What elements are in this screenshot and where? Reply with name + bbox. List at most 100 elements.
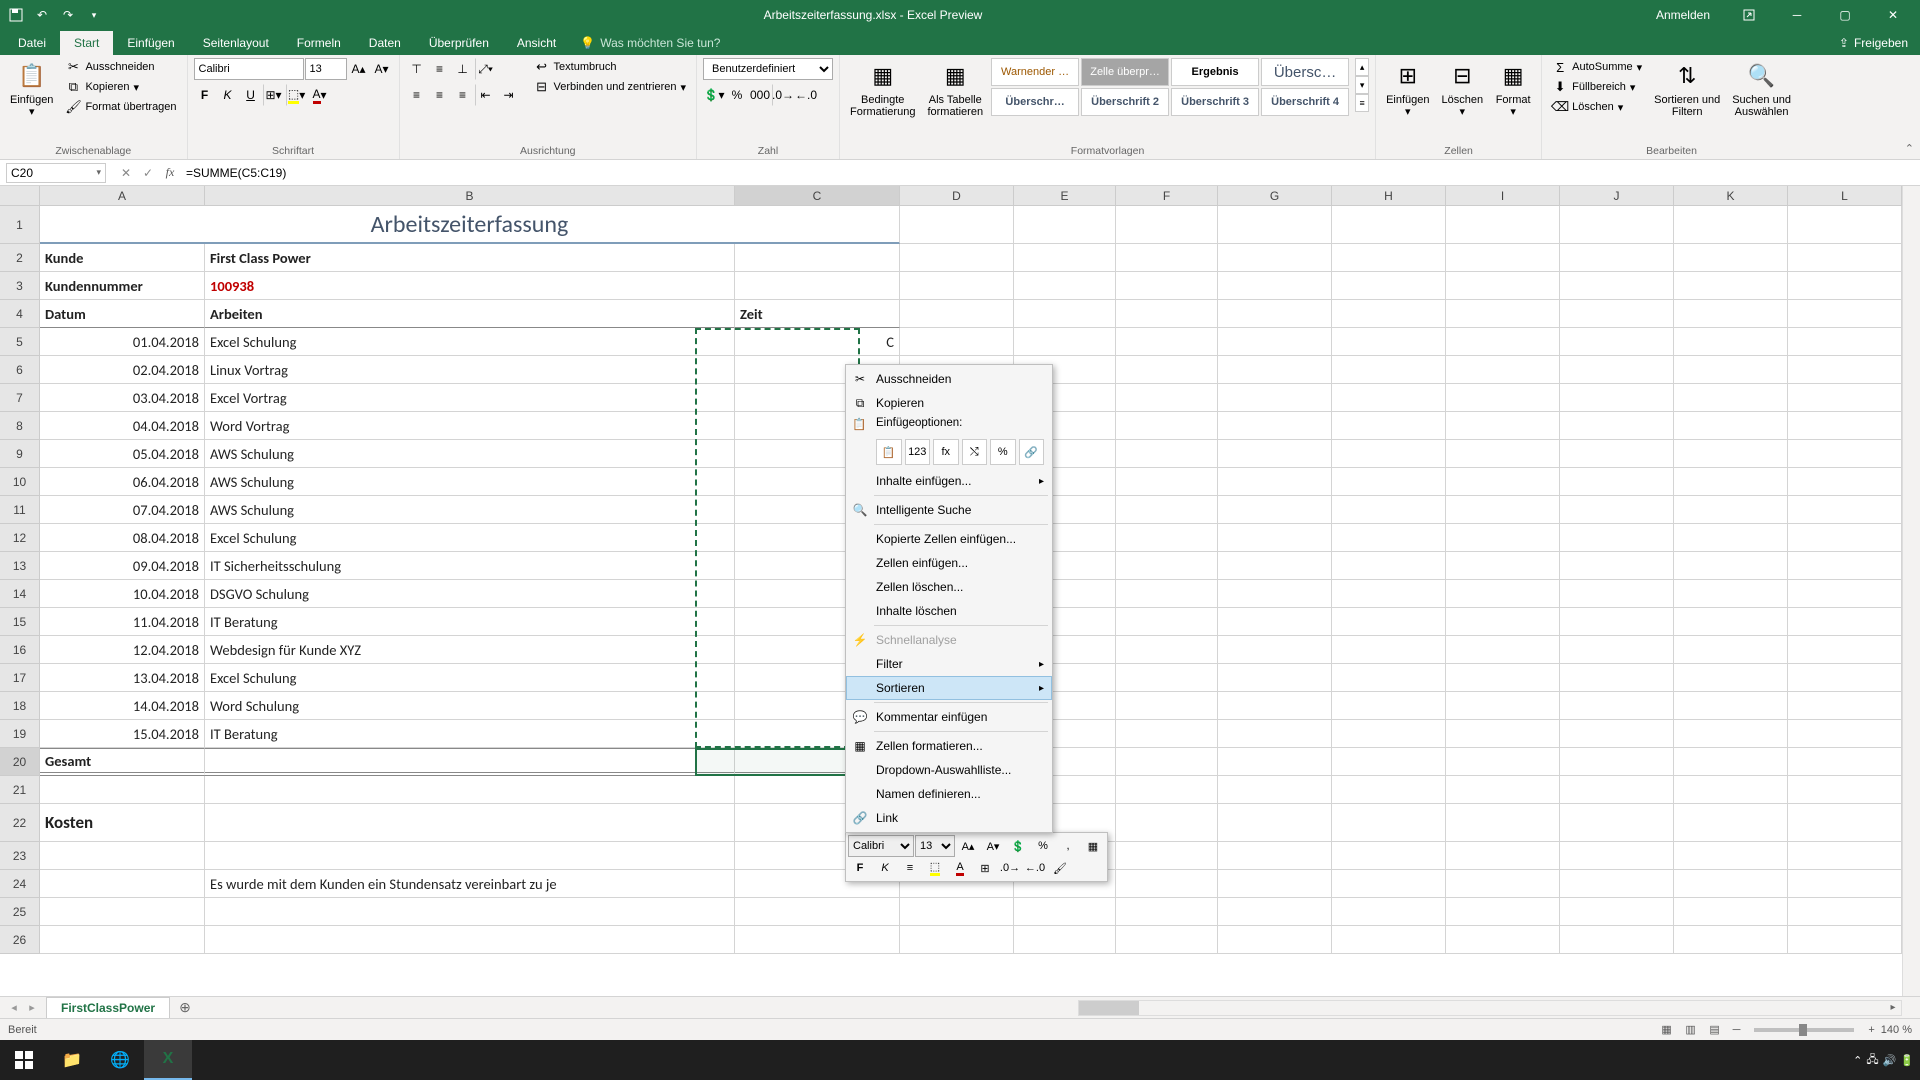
fill-button[interactable]: ⬇Füllbereich ▾ — [1548, 78, 1646, 96]
tab-start[interactable]: Start — [60, 31, 113, 55]
save-icon[interactable] — [6, 5, 26, 25]
ctx-copy[interactable]: ⧉Kopieren — [846, 391, 1052, 415]
cell-arbeiten[interactable]: Webdesign für Kunde XYZ — [205, 636, 735, 664]
row-header[interactable]: 24 — [0, 870, 40, 898]
ctx-delete-cells[interactable]: Zellen löschen... — [846, 575, 1052, 599]
row-header[interactable]: 7 — [0, 384, 40, 412]
tab-ueberpruefen[interactable]: Überprüfen — [415, 31, 503, 55]
row-header[interactable]: 10 — [0, 468, 40, 496]
insert-cells-button[interactable]: ⊞Einfügen▾ — [1382, 58, 1433, 120]
cell-datum[interactable]: 05.04.2018 — [40, 440, 205, 468]
cell-arbeiten[interactable]: Excel Schulung — [205, 664, 735, 692]
tab-formeln[interactable]: Formeln — [283, 31, 355, 55]
cell-datum[interactable]: 15.04.2018 — [40, 720, 205, 748]
row-header[interactable]: 14 — [0, 580, 40, 608]
cell-datum[interactable]: 03.04.2018 — [40, 384, 205, 412]
cancel-formula-icon[interactable]: ✕ — [116, 163, 136, 183]
mini-painter-icon[interactable]: 🖌 — [1048, 857, 1072, 879]
view-page-break-icon[interactable]: ▤ — [1703, 1021, 1727, 1039]
col-header-K[interactable]: K — [1674, 186, 1788, 206]
indent-increase-icon[interactable]: ⇥ — [498, 84, 520, 106]
decrease-decimal-icon[interactable]: ←.0 — [795, 84, 817, 106]
cell-datum[interactable]: 14.04.2018 — [40, 692, 205, 720]
battery-icon[interactable]: 🔋 — [1900, 1054, 1914, 1067]
paste-formulas-icon[interactable]: fx — [933, 439, 959, 465]
ribbon-options-icon[interactable] — [1726, 0, 1772, 30]
cell-note[interactable]: Es wurde mit dem Kunden ein Stundensatz … — [205, 870, 735, 898]
mini-inc-decimal-icon[interactable]: .0→ — [998, 857, 1022, 879]
row-header[interactable]: 22 — [0, 804, 40, 842]
sheet-nav-next-icon[interactable]: ▸ — [24, 1000, 40, 1016]
format-as-table-button[interactable]: ▦Als Tabelle formatieren — [923, 58, 987, 120]
style-h2[interactable]: Überschrift 2 — [1081, 88, 1169, 116]
style-check[interactable]: Zelle überpr… — [1081, 58, 1169, 86]
mini-bold-button[interactable]: F — [848, 857, 872, 879]
close-button[interactable]: ✕ — [1870, 0, 1916, 30]
style-h1[interactable]: Überschr… — [991, 88, 1079, 116]
cell-arbeiten[interactable]: DSGVO Schulung — [205, 580, 735, 608]
scroll-right-icon[interactable]: ▸ — [1885, 1001, 1901, 1015]
ctx-clear[interactable]: Inhalte löschen — [846, 599, 1052, 623]
merge-center-button[interactable]: ⊟Verbinden und zentrieren ▾ — [530, 78, 690, 96]
decrease-font-icon[interactable]: A▾ — [371, 58, 393, 80]
increase-font-icon[interactable]: A▴ — [348, 58, 370, 80]
browser-icon[interactable]: 🌐 — [96, 1040, 144, 1080]
col-header-B[interactable]: B — [205, 186, 735, 206]
cell-arbeiten[interactable]: IT Sicherheitsschulung — [205, 552, 735, 580]
ctx-smart-lookup[interactable]: 🔍Intelligente Suche — [846, 498, 1052, 522]
row-header[interactable]: 20 — [0, 748, 40, 776]
ctx-filter[interactable]: Filter▸ — [846, 652, 1052, 676]
italic-button[interactable]: K — [217, 84, 239, 106]
name-box[interactable]: C20▾ — [6, 163, 106, 183]
mini-font-size[interactable]: 13 — [915, 835, 955, 857]
cell-datum[interactable]: 10.04.2018 — [40, 580, 205, 608]
cell-header-datum[interactable]: Datum — [40, 300, 205, 328]
mini-format-icon[interactable]: ▦ — [1081, 835, 1105, 857]
col-header-G[interactable]: G — [1218, 186, 1332, 206]
percent-icon[interactable]: % — [726, 84, 748, 106]
cell-arbeiten[interactable]: Excel Schulung — [205, 524, 735, 552]
cell-datum[interactable]: 13.04.2018 — [40, 664, 205, 692]
cell-datum[interactable]: 04.04.2018 — [40, 412, 205, 440]
excel-taskbar-icon[interactable]: X — [144, 1040, 192, 1080]
mini-comma-icon[interactable]: , — [1056, 835, 1080, 857]
cell-arbeiten[interactable]: Linux Vortrag — [205, 356, 735, 384]
paste-values-icon[interactable]: 123 — [905, 439, 931, 465]
mini-increase-font-icon[interactable]: A▴ — [956, 835, 980, 857]
cell-kn-label[interactable]: Kundennummer — [40, 272, 205, 300]
tray-up-icon[interactable]: ⌃ — [1853, 1054, 1862, 1067]
horizontal-scrollbar[interactable]: ◂ ▸ — [1078, 1000, 1902, 1016]
clear-button[interactable]: ⌫Löschen ▾ — [1548, 98, 1646, 116]
col-header-I[interactable]: I — [1446, 186, 1560, 206]
signin-link[interactable]: Anmelden — [1642, 8, 1724, 22]
increase-decimal-icon[interactable]: .0→ — [772, 84, 794, 106]
ctx-cut[interactable]: ✂Ausschneiden — [846, 367, 1052, 391]
enter-formula-icon[interactable]: ✓ — [138, 163, 158, 183]
row-header[interactable]: 3 — [0, 272, 40, 300]
start-button[interactable] — [0, 1040, 48, 1080]
row-headers[interactable]: 1 2 3 4 5 6 7 8 9 10 11 12 13 14 15 16 1… — [0, 206, 40, 954]
cell-styles-gallery[interactable]: Warnender … Zelle überpr… Ergebnis Übers… — [991, 58, 1349, 116]
gallery-scroll[interactable]: ▴▾≡ — [1355, 58, 1369, 112]
volume-icon[interactable]: 🔊 — [1883, 1054, 1897, 1067]
sheet-nav-prev-icon[interactable]: ◂ — [6, 1000, 22, 1016]
cut-button[interactable]: ✂Ausschneiden — [61, 58, 180, 76]
row-header[interactable]: 13 — [0, 552, 40, 580]
style-h3[interactable]: Überschrift 3 — [1171, 88, 1259, 116]
cell-datum[interactable]: 11.04.2018 — [40, 608, 205, 636]
cell-arbeiten[interactable]: IT Beratung — [205, 608, 735, 636]
mini-font-name[interactable]: Calibri — [848, 835, 914, 857]
undo-icon[interactable]: ↶ — [32, 5, 52, 25]
col-header-H[interactable]: H — [1332, 186, 1446, 206]
comma-icon[interactable]: 000 — [749, 84, 771, 106]
paste-button[interactable]: 📋 Einfügen▾ — [6, 58, 57, 120]
cell-kunde-label[interactable]: Kunde — [40, 244, 205, 272]
style-h4[interactable]: Überschrift 4 — [1261, 88, 1349, 116]
zoom-slider[interactable] — [1754, 1028, 1854, 1032]
align-left-icon[interactable]: ≡ — [406, 84, 428, 106]
spreadsheet-grid[interactable]: A B C D E F G H I J K L 1 2 3 4 5 6 7 8 … — [0, 186, 1920, 996]
view-page-layout-icon[interactable]: ▥ — [1679, 1021, 1703, 1039]
number-format-select[interactable]: Benutzerdefiniert — [703, 58, 833, 80]
cell-arbeiten[interactable]: IT Beratung — [205, 720, 735, 748]
row-header[interactable]: 18 — [0, 692, 40, 720]
